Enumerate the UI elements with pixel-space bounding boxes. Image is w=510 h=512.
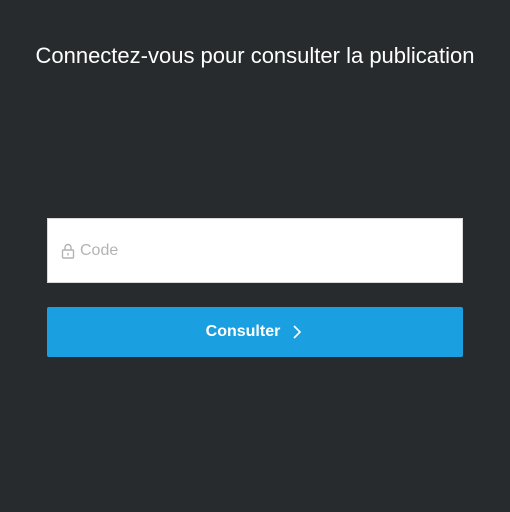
consulter-button[interactable]: Consulter [47,307,463,357]
consulter-button-label: Consulter [205,323,281,340]
code-field[interactable] [47,218,463,283]
code-input[interactable] [80,241,440,260]
chevron-right-icon [292,324,304,340]
page-title: Connectez-vous pour consulter la publica… [35,43,475,68]
lock-icon [60,243,76,259]
